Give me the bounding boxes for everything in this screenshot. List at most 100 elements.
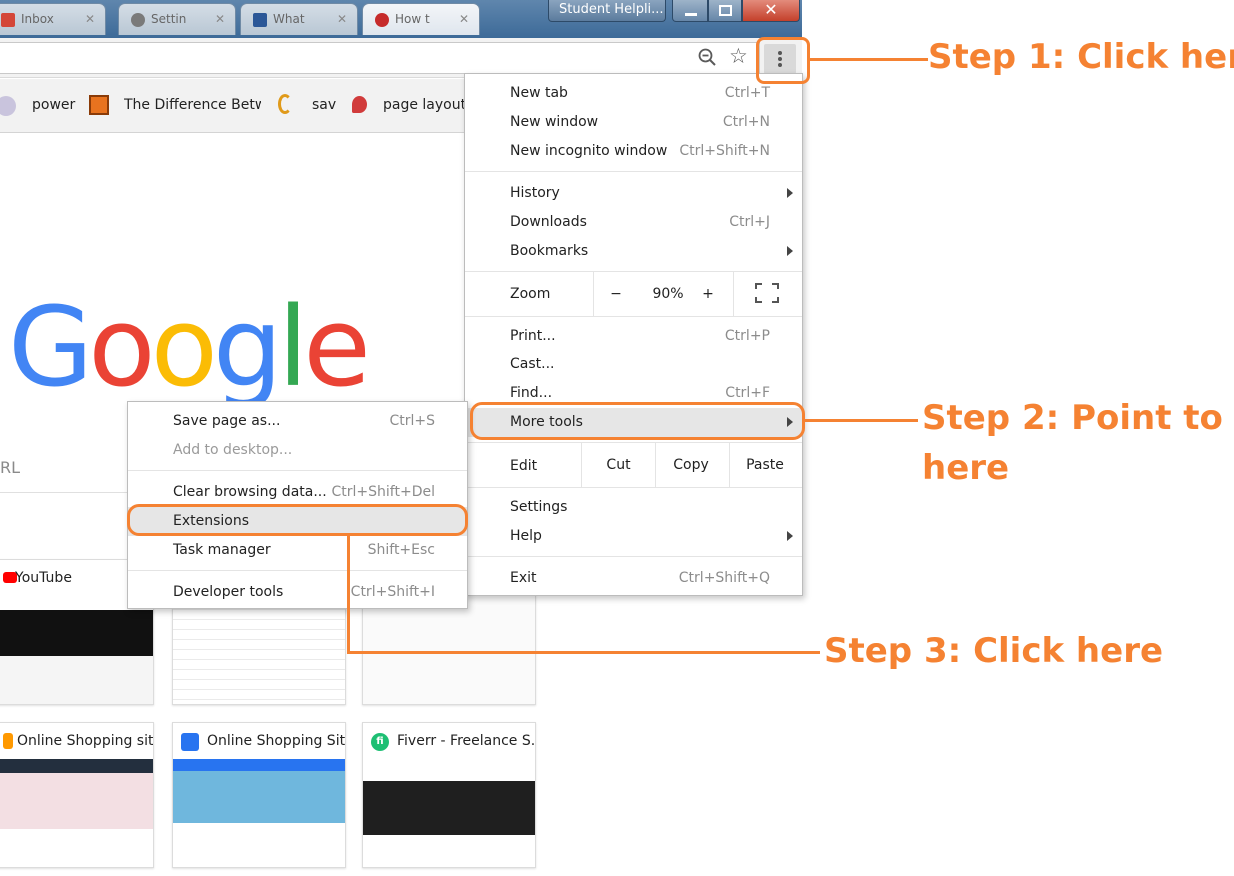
menu-bookmarks[interactable]: Bookmarks <box>465 237 802 266</box>
menu-downloads[interactable]: Downloads Ctrl+J <box>465 208 802 237</box>
tile-fiverr[interactable]: fi Fiverr - Freelance S... <box>362 722 536 868</box>
bookmark-sav[interactable]: sav <box>312 97 336 113</box>
tab-title: How t <box>395 12 430 26</box>
menu-label: New incognito window <box>510 143 668 159</box>
profile-button[interactable]: Student Helpli... <box>548 0 666 22</box>
tile-online-shopping-2[interactable]: Online Shopping Sit... <box>172 722 346 868</box>
bookmark-difference[interactable]: The Difference Betw <box>124 97 261 113</box>
logo-letter: e <box>303 283 371 411</box>
close-window-button[interactable]: ✕ <box>742 0 800 22</box>
restore-button[interactable] <box>708 0 742 22</box>
menu-label: History <box>510 185 560 201</box>
flipkart-icon <box>181 733 199 751</box>
menu-help[interactable]: Help <box>465 522 802 551</box>
step1-connector <box>810 58 928 61</box>
menu-shortcut: Ctrl+Shift+Del <box>331 484 435 500</box>
zoom-out-button[interactable]: − <box>605 286 627 302</box>
menu-divider <box>593 272 594 316</box>
logo-letter: l <box>277 283 308 411</box>
menu-new-incognito[interactable]: New incognito window Ctrl+Shift+N <box>465 137 802 166</box>
tab-title: What <box>273 12 305 26</box>
zoom-in-button[interactable]: + <box>697 286 719 302</box>
menu-cast[interactable]: Cast... <box>465 350 802 379</box>
gear-icon <box>131 13 145 27</box>
menu-label: Cast... <box>510 356 555 372</box>
menu-shortcut: Ctrl+N <box>722 114 770 130</box>
menu-clear-browsing-data[interactable]: Clear browsing data... Ctrl+Shift+Del <box>128 478 467 507</box>
menu-new-tab[interactable]: New tab Ctrl+T <box>465 79 802 108</box>
tile-thumbnail <box>363 759 535 867</box>
menu-save-page[interactable]: Save page as... Ctrl+S <box>128 407 467 436</box>
toolbar: ☆ <box>0 38 802 78</box>
pin-icon <box>375 13 389 27</box>
step2-connector <box>805 419 918 422</box>
close-tab-icon[interactable]: ✕ <box>459 12 469 26</box>
submenu-arrow-icon <box>787 531 793 541</box>
edit-label: Edit <box>510 458 538 474</box>
menu-print[interactable]: Print... Ctrl+P <box>465 322 802 351</box>
tab-what[interactable]: What ✕ <box>240 3 358 35</box>
page-icon <box>253 13 267 27</box>
fullscreen-icon[interactable] <box>755 283 779 303</box>
tab-settings[interactable]: Settin ✕ <box>118 3 236 35</box>
paste-button[interactable]: Paste <box>730 457 800 473</box>
menu-label: Print... <box>510 328 556 344</box>
sav-icon <box>278 94 292 114</box>
menu-label: New window <box>510 114 599 130</box>
bookmark-power[interactable]: power <box>32 97 75 113</box>
minimize-icon <box>685 13 697 16</box>
tab-title: Inbox <box>21 12 54 26</box>
tab-inbox[interactable]: Inbox ✕ <box>0 3 106 35</box>
close-tab-icon[interactable]: ✕ <box>85 12 95 26</box>
zoom-icon[interactable] <box>698 48 716 66</box>
menu-shortcut: Ctrl+F <box>725 385 770 401</box>
menu-exit[interactable]: Exit Ctrl+Shift+Q <box>465 564 802 593</box>
menu-shortcut: Ctrl+Shift+Q <box>678 570 770 586</box>
tile-title: Online Shopping Sit... <box>207 733 346 749</box>
pin-icon <box>352 96 367 113</box>
menu-developer-tools[interactable]: Developer tools Ctrl+Shift+I <box>128 578 467 607</box>
star-icon[interactable]: ☆ <box>729 44 748 68</box>
search-placeholder[interactable]: RL <box>0 458 20 477</box>
tab-how-to[interactable]: How t ✕ <box>362 3 480 35</box>
menu-new-window[interactable]: New window Ctrl+N <box>465 108 802 137</box>
tile-thumbnail <box>0 759 153 867</box>
menu-divider <box>733 272 734 316</box>
menu-label: New tab <box>510 85 568 101</box>
menu-shortcut: Ctrl+J <box>729 214 770 230</box>
menu-separator <box>128 570 467 571</box>
zoom-level: 90% <box>652 286 684 302</box>
db-icon <box>89 95 109 115</box>
bookmark-page-layout[interactable]: page layout <box>383 97 466 113</box>
close-tab-icon[interactable]: ✕ <box>337 12 347 26</box>
chrome-main-menu: New tab Ctrl+T New window Ctrl+N New inc… <box>464 73 803 596</box>
tile-online-shopping-1[interactable]: Online Shopping sit... <box>0 722 154 868</box>
step3-connector-horizontal <box>347 651 820 654</box>
menu-task-manager[interactable]: Task manager Shift+Esc <box>128 536 467 565</box>
menu-label: Developer tools <box>173 584 284 600</box>
menu-shortcut: Ctrl+S <box>389 413 435 429</box>
step1-highlight-ring <box>756 37 810 84</box>
submenu-arrow-icon <box>787 188 793 198</box>
menu-separator <box>128 470 467 471</box>
menu-label: Exit <box>510 570 537 586</box>
copy-button[interactable]: Copy <box>656 457 726 473</box>
menu-separator <box>465 556 802 557</box>
google-logo: Google <box>8 292 371 402</box>
menu-settings[interactable]: Settings <box>465 493 802 522</box>
minimize-button[interactable] <box>672 0 708 22</box>
tab-title: Settin <box>151 12 187 26</box>
fiverr-icon: fi <box>371 733 389 751</box>
menu-shortcut: Ctrl+Shift+N <box>679 143 770 159</box>
menu-label: Help <box>510 528 542 544</box>
menu-label: Find... <box>510 385 553 401</box>
tile-thumbnail <box>173 759 345 867</box>
menu-label: Bookmarks <box>510 243 589 259</box>
restore-icon <box>719 5 732 16</box>
cut-button[interactable]: Cut <box>582 457 655 473</box>
close-tab-icon[interactable]: ✕ <box>215 12 225 26</box>
address-bar[interactable] <box>0 42 760 74</box>
menu-history[interactable]: History <box>465 179 802 208</box>
zoom-label: Zoom <box>510 286 551 302</box>
menu-add-to-desktop: Add to desktop... <box>128 436 467 465</box>
